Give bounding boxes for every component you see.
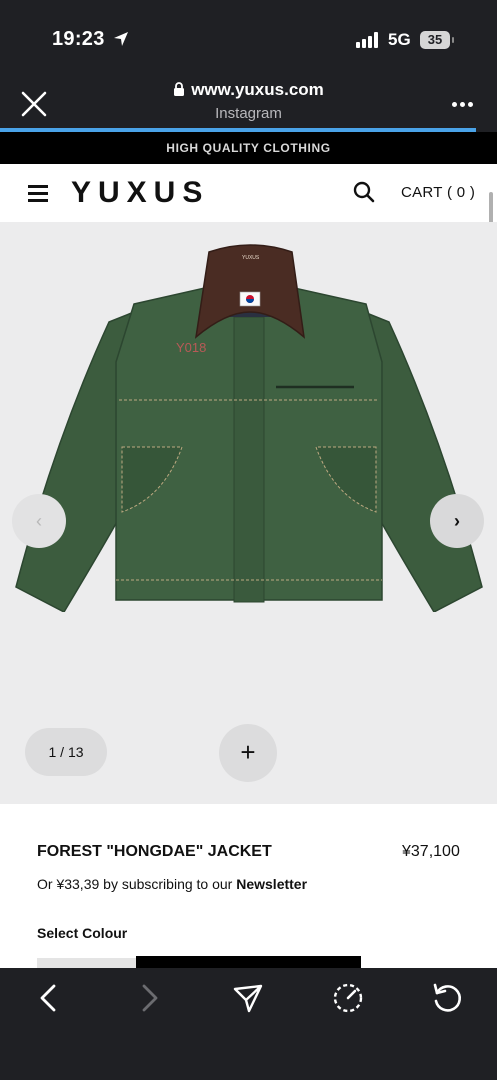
status-time: 19:23	[52, 28, 105, 50]
site-logo[interactable]: YUXUS	[71, 176, 209, 210]
status-bar: 19:23 5G 35	[0, 0, 497, 76]
reload-icon[interactable]	[429, 980, 465, 1016]
site-header: YUXUS CART ( 0 )	[0, 164, 497, 222]
product-title: FOREST "HONGDAE" JACKET	[37, 843, 272, 860]
newsletter-link[interactable]: Newsletter	[236, 876, 307, 892]
location-arrow-icon	[114, 32, 128, 46]
select-colour-label: Select Colour	[37, 925, 128, 941]
browser-header: www.yuxus.com Instagram	[0, 76, 497, 132]
network-type: 5G	[388, 30, 411, 49]
back-icon[interactable]	[31, 980, 67, 1016]
product-info: FOREST "HONGDAE" JACKET ¥37,100 Or ¥33,3…	[0, 804, 497, 968]
url-text: www.yuxus.com	[191, 80, 324, 99]
jacket-brand-tag: YUXUS	[242, 255, 260, 261]
forward-icon[interactable]	[131, 980, 167, 1016]
newsletter-offer-text: Or ¥33,39 by subscribing to our	[37, 876, 237, 892]
browser-source: Instagram	[215, 105, 282, 122]
product-gallery[interactable]: Y018 YUXUS ‹ › 1 / 13 +	[0, 222, 497, 804]
speed-icon[interactable]	[330, 980, 366, 1016]
prev-image-button[interactable]: ‹	[12, 494, 66, 548]
image-counter: 1 / 13	[25, 728, 107, 776]
colour-swatch-light[interactable]	[37, 958, 136, 968]
signal-icon	[356, 32, 380, 48]
lock-icon	[174, 82, 185, 96]
more-options-icon[interactable]	[448, 94, 476, 114]
newsletter-offer: Or ¥33,39 by subscribing to our Newslett…	[37, 876, 307, 892]
product-price: ¥37,100	[402, 843, 460, 860]
browser-toolbar	[0, 968, 497, 1080]
webpage: HIGH QUALITY CLOTHING YUXUS CART ( 0 ) Y…	[0, 132, 497, 968]
menu-icon[interactable]	[28, 185, 50, 203]
share-icon[interactable]	[230, 980, 266, 1016]
zoom-button[interactable]: +	[219, 724, 277, 782]
url-display[interactable]: www.yuxus.com	[0, 80, 497, 100]
colour-swatch-dark[interactable]	[136, 956, 361, 968]
search-icon[interactable]	[353, 181, 375, 203]
product-image[interactable]: Y018 YUXUS	[14, 242, 486, 612]
announcement-bar: HIGH QUALITY CLOTHING	[0, 132, 497, 164]
battery-icon: 35	[420, 31, 454, 49]
cart-link[interactable]: CART ( 0 )	[401, 184, 475, 201]
jacket-embroidery: Y018	[176, 340, 206, 355]
next-image-button[interactable]: ›	[430, 494, 484, 548]
